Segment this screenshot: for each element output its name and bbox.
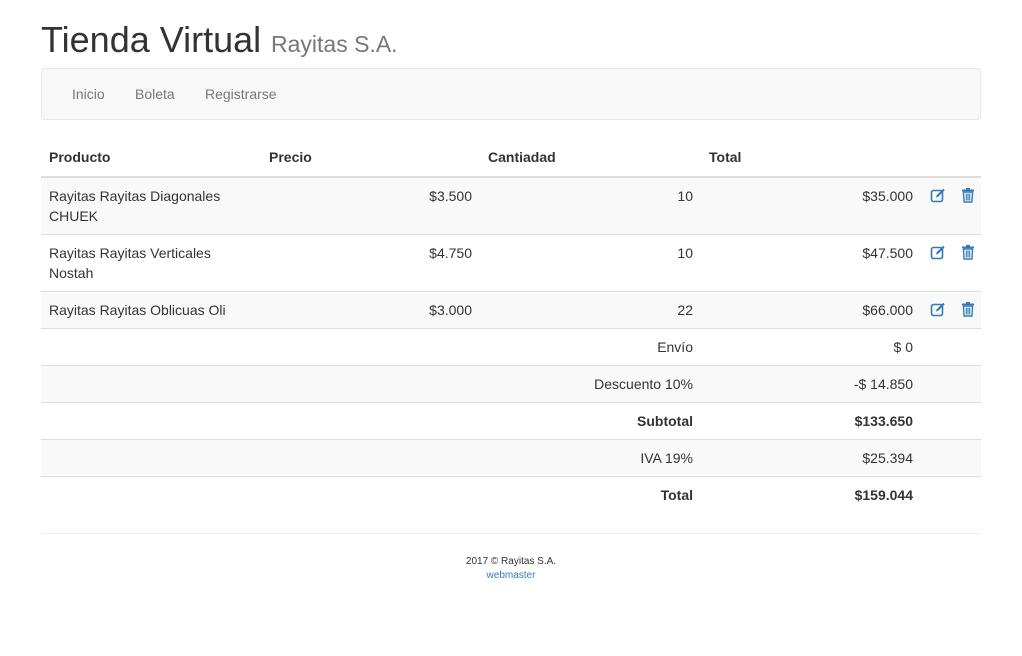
- column-header-actions: [921, 137, 981, 178]
- product-name: Rayitas Rayitas Verticales Nostah: [41, 234, 261, 292]
- row-actions: [921, 234, 981, 292]
- footer-divider: [41, 533, 981, 534]
- column-header-price: Precio: [261, 137, 480, 178]
- summary-value: -$ 14.850: [701, 365, 921, 403]
- summary-row-discount: Descuento 10% -$ 14.850: [41, 365, 981, 403]
- edit-icon[interactable]: [930, 244, 946, 260]
- column-header-total: Total: [701, 137, 921, 178]
- summary-label: Total: [480, 476, 701, 513]
- footer-webmaster-link[interactable]: webmaster: [0, 569, 1022, 583]
- cart-table: Producto Precio Cantiadad Total Rayitas …: [41, 137, 981, 513]
- summary-label: Envío: [480, 328, 701, 366]
- table-row: Rayitas Rayitas Diagonales CHUEK $3.500 …: [41, 176, 981, 235]
- product-total: $47.500: [701, 234, 921, 292]
- table-row: Rayitas Rayitas Verticales Nostah $4.750…: [41, 234, 981, 292]
- edit-icon[interactable]: [930, 187, 946, 203]
- trash-icon[interactable]: [960, 301, 976, 317]
- table-header-row: Producto Precio Cantiadad Total: [41, 137, 981, 178]
- product-name: Rayitas Rayitas Oblicuas Oli: [41, 291, 261, 329]
- column-header-product: Producto: [41, 137, 261, 178]
- nav-item-registrarse[interactable]: Registrarse: [205, 69, 277, 119]
- trash-icon[interactable]: [960, 187, 976, 203]
- product-quantity: 10: [480, 176, 701, 235]
- product-price: $3.500: [261, 176, 480, 235]
- table-row: Rayitas Rayitas Oblicuas Oli $3.000 22 $…: [41, 291, 981, 329]
- summary-label: IVA 19%: [480, 439, 701, 477]
- summary-row-tax: IVA 19% $25.394: [41, 439, 981, 477]
- page-subtitle: Rayitas S.A.: [271, 31, 398, 57]
- summary-value: $25.394: [701, 439, 921, 477]
- product-price: $4.750: [261, 234, 480, 292]
- product-name: Rayitas Rayitas Diagonales CHUEK: [41, 176, 261, 235]
- edit-icon[interactable]: [930, 301, 946, 317]
- row-actions: [921, 291, 981, 329]
- product-quantity: 10: [480, 234, 701, 292]
- summary-value: $159.044: [701, 476, 921, 513]
- summary-value: $ 0: [701, 328, 921, 366]
- product-price: $3.000: [261, 291, 480, 329]
- row-actions: [921, 176, 981, 235]
- summary-row-shipping: Envío $ 0: [41, 328, 981, 366]
- trash-icon[interactable]: [960, 244, 976, 260]
- footer-copyright: 2017 © Rayitas S.A.: [465, 556, 557, 567]
- nav-item-inicio[interactable]: Inicio: [72, 69, 105, 119]
- nav-item-boleta[interactable]: Boleta: [135, 69, 175, 119]
- product-quantity: 22: [480, 291, 701, 329]
- product-total: $66.000: [701, 291, 921, 329]
- summary-row-total: Total $159.044: [41, 476, 981, 513]
- summary-row-subtotal: Subtotal $133.650: [41, 402, 981, 440]
- product-total: $35.000: [701, 176, 921, 235]
- summary-value: $133.650: [701, 402, 921, 440]
- page-header: Tienda Virtual Rayitas S.A.: [41, 18, 398, 62]
- summary-label: Subtotal: [480, 402, 701, 440]
- page-title: Tienda Virtual: [41, 19, 262, 60]
- summary-label: Descuento 10%: [480, 365, 701, 403]
- column-header-quantity: Cantiadad: [480, 137, 701, 178]
- navbar: Inicio Boleta Registrarse: [41, 68, 981, 120]
